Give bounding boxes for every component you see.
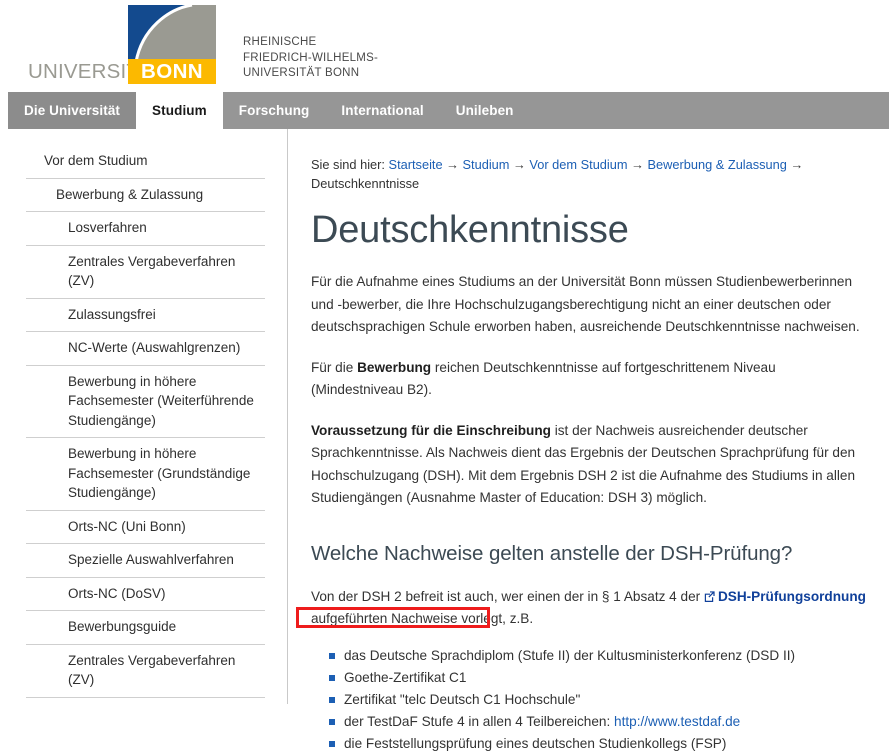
nav-item-label: Forschung <box>238 103 310 118</box>
sidebar-item[interactable]: Bewerbung in höhere Fachsemester (Grunds… <box>26 438 265 511</box>
intro-paragraph: Für die Aufnahme eines Studiums an der U… <box>311 274 860 334</box>
sidebar-item[interactable]: Vor dem Studium <box>26 145 265 179</box>
university-logo[interactable]: UNIVERSITÄT BONN RHEINISCHE FRIEDRICH-WI… <box>28 5 378 84</box>
breadcrumb: Sie sind hier: Startseite → Studium → Vo… <box>311 155 867 193</box>
nav-item-label: Unileben <box>455 103 514 118</box>
sidebar-item[interactable]: Orts-NC (Uni Bonn) <box>26 511 265 544</box>
befreiung-pre: Von der DSH 2 befreit ist auch, wer eine… <box>311 588 704 604</box>
sidebar-item[interactable]: Zentrales Vergabeverfahren (ZV) <box>26 645 265 698</box>
logo-subtitle: RHEINISCHE FRIEDRICH-WILHELMS- UNIVERSIT… <box>243 35 378 82</box>
site-header: UNIVERSITÄT BONN RHEINISCHE FRIEDRICH-WI… <box>0 0 889 88</box>
sidebar-item-label: Vor dem Studium <box>44 153 148 168</box>
sidebar-item[interactable]: Losverfahren <box>26 212 265 246</box>
breadcrumb-current: Deutschkenntnisse <box>311 176 420 191</box>
befreiung-paragraph: Von der DSH 2 befreit ist auch, wer eine… <box>311 586 867 631</box>
proof-list-item-link[interactable]: http://www.testdaf.de <box>614 714 740 729</box>
sidebar-item[interactable]: Bewerbung in höhere Fachsemester (Weiter… <box>26 366 265 438</box>
nav-item-unileben[interactable]: Unileben <box>440 92 530 129</box>
sidebar-item[interactable]: Orts-NC (DoSV) <box>26 578 265 611</box>
external-link-icon <box>704 590 715 602</box>
logo-bonn-text: BONN <box>128 59 216 84</box>
logo-subtitle-line-1: RHEINISCHE <box>243 36 317 48</box>
sidebar-item[interactable]: Bewerbung & Zulassung <box>26 179 265 212</box>
proof-list-item: Goethe-Zertifikat C1 <box>329 667 867 689</box>
sidebar-item-label: Bewerbungsguide <box>68 619 177 634</box>
proof-list-item-text: Zertifikat "telc Deutsch C1 Hochschule" <box>344 691 581 707</box>
breadcrumb-link[interactable]: Studium <box>463 157 510 172</box>
sidebar-item-label: Orts-NC (DoSV) <box>68 585 166 601</box>
breadcrumb-separator: → <box>509 157 530 172</box>
main-navigation: Die Universität Studium Forschung Internati… <box>8 92 889 129</box>
breadcrumb-link[interactable]: Vor dem Studium <box>529 157 627 172</box>
logo-universitaet-text: UNIVERSITÄT <box>28 60 166 83</box>
nav-item-international[interactable]: International <box>325 92 439 129</box>
bewerbung-bold: Bewerbung <box>357 359 432 375</box>
proof-list-item: die Feststellungsprüfung eines deutschen… <box>329 733 867 755</box>
sidebar-item-label: Orts-NC (Uni Bonn) <box>68 518 186 534</box>
nav-item-label: International <box>341 103 424 118</box>
breadcrumb-separator: → <box>627 157 648 172</box>
nav-item-studium[interactable]: Studium <box>136 92 223 129</box>
nav-item-label: Studium <box>152 103 207 118</box>
sidebar-item[interactable]: Zentrales Vergabeverfahren (ZV) <box>26 246 265 299</box>
sidebar-item-label: Bewerbung & Zulassung <box>56 186 204 202</box>
dsh-pruefungsordnung-link[interactable]: DSH-Prüfungsordnung <box>718 589 866 604</box>
logo-subtitle-line-2: FRIEDRICH-WILHELMS- <box>243 51 379 64</box>
content-area: Vor dem Studium Bewerbung & Zulassung Losv… <box>0 129 889 751</box>
nav-item-forschung[interactable]: Forschung <box>223 92 326 129</box>
page-title: Deutschkenntnisse <box>311 209 629 251</box>
proof-list-item-text: das Deutsche Sprachdiplom (Stufe II) der… <box>344 647 796 663</box>
nav-item-die-universit-t[interactable]: Die Universität <box>8 92 137 129</box>
bewerbung-paragraph: Für die Bewerbung reichen Deutschkenntni… <box>311 357 867 402</box>
proof-list-item-text: Goethe-Zertifikat C1 <box>344 669 467 685</box>
sidebar-item[interactable]: Internationale Bewerbungen <box>26 698 265 705</box>
section-title: Welche Nachweise gelten anstelle der DSH… <box>311 541 793 565</box>
logo-wordmark: UNIVERSITÄT BONN <box>28 59 216 84</box>
breadcrumb-separator: → <box>786 157 804 172</box>
nav-item-label: Die Universität <box>24 103 121 118</box>
logo-mark-icon <box>128 5 216 62</box>
breadcrumb-link[interactable]: Bewerbung & Zulassung <box>647 157 786 172</box>
proof-list: das Deutsche Sprachdiplom (Stufe II) der… <box>311 645 867 755</box>
befreiung-post: aufgeführten Nachweise vorlegt, z.B. <box>311 611 534 626</box>
sidebar-item[interactable]: NC-Werte (Auswahlgrenzen) <box>26 332 265 366</box>
bewerbung-pre: Für die <box>311 359 358 375</box>
sidebar-item-label: NC-Werte (Auswahlgrenzen) <box>68 340 241 355</box>
sidebar-item-label: Zentrales Vergabeverfahren (ZV) <box>68 253 236 289</box>
proof-list-item: Zertifikat "telc Deutsch C1 Hochschule" <box>329 689 867 711</box>
sidebar-item-label: Spezielle Auswahlverfahren <box>68 552 234 567</box>
sidebar-item-label: Zulassungsfrei <box>68 306 156 322</box>
sidebar-item[interactable]: Spezielle Auswahlverfahren <box>26 544 265 578</box>
sidebar-item-label: Bewerbung in höhere Fachsemester (Grunds… <box>68 446 251 500</box>
sidebar-navigation: Vor dem Studium Bewerbung & Zulassung Losv… <box>0 129 288 704</box>
sidebar-item-label: Losverfahren <box>68 220 147 235</box>
einschreibung-paragraph: Voraussetzung für die Einschreibung ist … <box>311 420 867 510</box>
logo-subtitle-line-3: UNIVERSITÄT BONN <box>243 67 360 79</box>
breadcrumb-link[interactable]: Startseite <box>389 157 443 172</box>
proof-list-item: das Deutsche Sprachdiplom (Stufe II) der… <box>329 645 867 667</box>
proof-list-item: der TestDaF Stufe 4 in allen 4 Teilberei… <box>329 711 867 733</box>
sidebar-item-label: Bewerbung in höhere Fachsemester (Weiter… <box>68 373 254 428</box>
einschreibung-bold: Voraussetzung für die Einschreibung <box>311 422 551 438</box>
sidebar-item[interactable]: Zulassungsfrei <box>26 299 265 332</box>
sidebar-item-label: Zentrales Vergabeverfahren (ZV) <box>68 652 236 688</box>
breadcrumb-prefix: Sie sind hier: <box>311 157 389 172</box>
sidebar-item[interactable]: Bewerbungsguide <box>26 611 265 645</box>
proof-list-item-text: der TestDaF Stufe 4 in allen 4 Teilberei… <box>344 713 615 729</box>
proof-list-item-text: die Feststellungsprüfung eines deutschen… <box>344 735 727 751</box>
breadcrumb-separator: → <box>442 157 463 172</box>
main-column: Sie sind hier: Startseite → Studium → Vo… <box>311 129 867 755</box>
